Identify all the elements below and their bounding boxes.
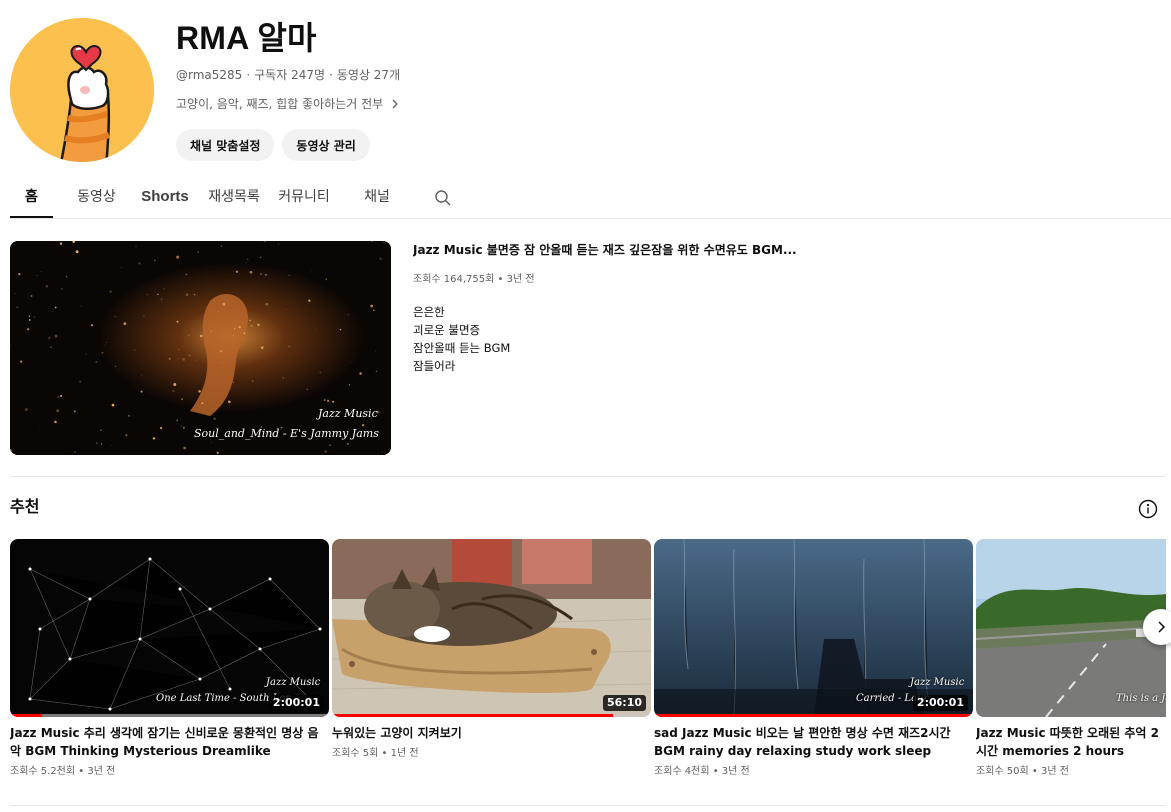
video-thumbnail[interactable]: Jazz Music Carried - Laur 2:00:01	[654, 539, 973, 717]
video-card[interactable]: This is a Ja Jazz Music 따뜻한 오래된 추억 2시간 m…	[976, 539, 1166, 780]
featured-thumbnail-image	[10, 241, 391, 455]
video-thumbnail[interactable]: This is a Ja	[976, 539, 1166, 717]
thumbnail-image	[976, 539, 1166, 717]
channel-avatar[interactable]	[10, 18, 154, 162]
watch-progress	[10, 714, 329, 717]
watch-progress-fill	[10, 714, 42, 717]
featured-video-title[interactable]: Jazz Music 불면증 잠 안올때 듣는 재즈 깊은잠을 위한 수면유도 …	[413, 241, 813, 259]
thumbnail-caption: Soul_and_Mind - E's Jammy Jams	[194, 427, 379, 440]
thumbnail-caption: Jazz Music	[318, 407, 378, 420]
tab-playlists[interactable]: 재생목록	[206, 178, 262, 218]
meta-separator: ·	[246, 68, 251, 82]
description-line: 잠들어라	[413, 359, 456, 373]
section-divider	[10, 476, 1165, 477]
section-info-button[interactable]	[1136, 497, 1160, 521]
channel-handle: @rma5285	[176, 68, 243, 82]
channel-page: RMA 알마 @rma5285 · 구독자 247명 · 동영상 27개 고양이, 음악…	[0, 0, 1171, 812]
video-duration: 56:10	[602, 695, 646, 711]
tab-search-button[interactable]	[423, 178, 463, 218]
watch-progress	[654, 714, 973, 717]
featured-video-meta: 조회수 164,755회 • 3년 전	[413, 274, 535, 285]
video-card[interactable]: Jazz Music One Last Time - South Lor 2:0…	[10, 539, 329, 780]
channel-actions: 채널 맞춤설정 동영상 관리	[176, 129, 370, 161]
tab-videos[interactable]: 동영상	[75, 178, 118, 218]
channel-description-text: 고양이, 음악, 째즈, 힙합 좋아하는거 전부	[176, 97, 384, 111]
video-title[interactable]: Jazz Music 추리 생각에 잠기는 신비로운 몽환적인 명상 음악 BG…	[10, 724, 329, 760]
video-thumbnail[interactable]: 56:10	[332, 539, 651, 717]
tab-home[interactable]: 홈	[10, 178, 53, 218]
subscriber-count: 구독자 247명	[254, 68, 326, 82]
video-meta: 조회수 5회 • 1년 전	[332, 748, 419, 759]
video-title[interactable]: Jazz Music 따뜻한 오래된 추억 2시간 memories 2 hou…	[976, 724, 1166, 760]
video-card[interactable]: 56:10 누워있는 고양이 지켜보기 조회수 5회 • 1년 전	[332, 539, 651, 762]
video-title[interactable]: sad Jazz Music 비오는 날 편안한 명상 수면 재즈2시간 BGM…	[654, 724, 973, 760]
channel-title: RMA 알마	[176, 20, 317, 56]
thumbnail-image	[332, 539, 651, 717]
chevron-right-icon	[392, 99, 399, 109]
watch-progress-fill	[654, 714, 970, 717]
watch-progress	[332, 714, 651, 717]
tab-shorts[interactable]: Shorts	[140, 178, 190, 218]
search-icon	[435, 190, 451, 206]
featured-video-description: 은은한 괴로운 불면증 잠안올때 듣는 BGM 잠들어라	[413, 303, 510, 375]
tab-channels[interactable]: 채널	[362, 178, 392, 218]
featured-video-thumbnail[interactable]: Jazz Music Soul_and_Mind - E's Jammy Jam…	[10, 241, 391, 455]
cat-paw-heart-icon	[10, 18, 154, 162]
video-count: 동영상 27개	[336, 68, 401, 82]
section-title: 추천	[10, 497, 40, 516]
video-meta: 조회수 50회 • 3년 전	[976, 766, 1069, 777]
thumbnail-image	[654, 539, 973, 717]
video-duration: 2:00:01	[268, 695, 324, 711]
channel-tabs: 홈 동영상 Shorts 재생목록 커뮤니티 채널	[10, 178, 1171, 219]
meta-separator: ·	[329, 68, 333, 82]
video-meta: 조회수 4천회 • 3년 전	[654, 766, 750, 777]
thumbnail-caption: This is a Ja	[1116, 693, 1166, 704]
section-divider	[10, 805, 1165, 806]
customize-channel-button[interactable]: 채널 맞춤설정	[176, 129, 275, 161]
channel-meta: @rma5285 · 구독자 247명 · 동영상 27개	[176, 66, 400, 84]
manage-videos-button[interactable]: 동영상 관리	[282, 129, 370, 161]
thumbnail-image	[10, 539, 329, 717]
thumbnail-caption: Jazz Music	[910, 677, 965, 688]
description-line: 잠안올때 듣는 BGM	[413, 341, 511, 355]
description-line: 괴로운 불면증	[413, 323, 481, 337]
video-thumbnail[interactable]: Jazz Music One Last Time - South Lor 2:0…	[10, 539, 329, 717]
watch-progress-fill	[332, 714, 613, 717]
video-card[interactable]: Jazz Music Carried - Laur 2:00:01 sad Ja…	[654, 539, 973, 780]
video-duration: 2:00:01	[912, 695, 968, 711]
thumbnail-caption: Jazz Music	[266, 677, 321, 688]
tab-community[interactable]: 커뮤니티	[276, 178, 332, 218]
info-icon	[1138, 499, 1158, 519]
channel-description[interactable]: 고양이, 음악, 째즈, 힙합 좋아하는거 전부	[176, 95, 401, 113]
chevron-right-icon	[1158, 621, 1166, 633]
video-meta: 조회수 5.2천회 • 3년 전	[10, 766, 116, 777]
description-line: 은은한	[413, 305, 445, 319]
carousel-next-button[interactable]	[1143, 609, 1171, 645]
